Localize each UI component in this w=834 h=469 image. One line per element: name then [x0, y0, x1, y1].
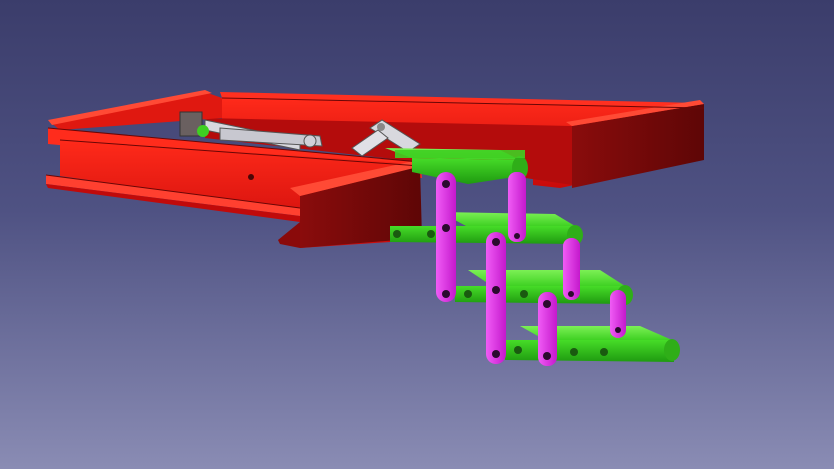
retractable-step-assembly-model[interactable] [0, 0, 834, 469]
mechanism-green-knob [197, 125, 209, 137]
link-front-2 [486, 232, 506, 364]
cad-3d-viewport[interactable] [0, 0, 834, 469]
red-frame[interactable] [45, 90, 705, 248]
frame-channel-flange [278, 222, 300, 248]
link-rear-2 [563, 238, 580, 300]
link-rear-1 [508, 172, 526, 242]
pivot-bar [395, 150, 525, 158]
link-front-1 [436, 172, 456, 302]
frame-bolt-hole [248, 174, 254, 180]
step-4[interactable] [505, 326, 680, 362]
